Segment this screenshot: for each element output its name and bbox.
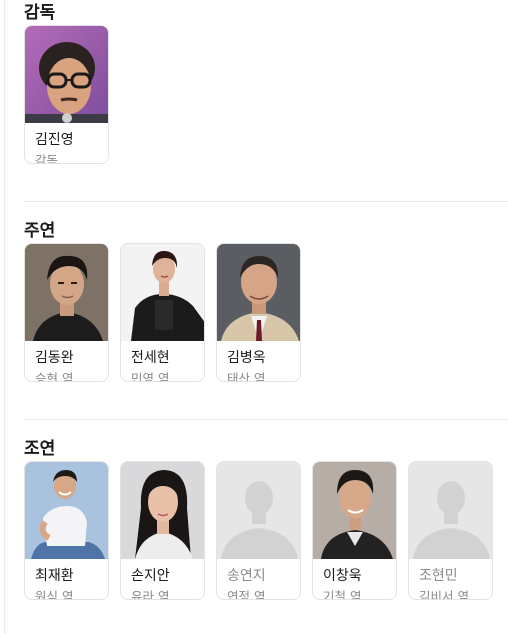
person-name: 조현민 xyxy=(419,568,458,584)
person-placeholder-icon xyxy=(409,462,492,559)
section-title-lead: 주연 xyxy=(24,221,56,241)
person-role: 민영 역 xyxy=(131,371,170,382)
person-photo xyxy=(25,26,108,123)
person-role: 승현 역 xyxy=(35,371,74,382)
section-divider xyxy=(24,201,508,202)
person-card-lead-1[interactable]: 김동완 승현 역 xyxy=(24,243,109,382)
section-title-director: 감독 xyxy=(24,3,56,23)
person-name: 손지안 xyxy=(131,568,170,584)
cast-page: 감독 김진영 감독 주연 김동완 승현 역 전세현 민영 역 김병옥 태산 역 … xyxy=(0,0,508,634)
person-role: 원식 역 xyxy=(35,589,74,600)
person-photo xyxy=(121,244,204,341)
person-name: 전세현 xyxy=(131,350,170,366)
section-divider xyxy=(24,419,508,420)
person-card-supporting-4[interactable]: 이창욱 기철 역 xyxy=(312,461,397,600)
person-card-supporting-5[interactable]: 조현민 김비서 역 xyxy=(408,461,493,600)
person-name: 최재환 xyxy=(35,568,74,584)
person-photo xyxy=(121,462,204,559)
person-role: 김비서 역 xyxy=(419,589,469,600)
person-card-supporting-1[interactable]: 최재환 원식 역 xyxy=(24,461,109,600)
person-photo xyxy=(25,244,108,341)
person-name: 송연지 xyxy=(227,568,266,584)
person-photo xyxy=(313,462,396,559)
person-card-director-1[interactable]: 김진영 감독 xyxy=(24,25,109,164)
person-role: 연정 역 xyxy=(227,589,266,600)
person-card-lead-2[interactable]: 전세현 민영 역 xyxy=(120,243,205,382)
person-name: 김동완 xyxy=(35,350,74,366)
person-name: 김진영 xyxy=(35,132,74,148)
section-title-supporting: 조연 xyxy=(24,439,56,459)
person-name: 김병옥 xyxy=(227,350,266,366)
person-role: 유라 역 xyxy=(131,589,170,600)
person-placeholder-icon xyxy=(217,462,300,559)
person-role: 기철 역 xyxy=(323,589,362,600)
person-card-supporting-2[interactable]: 손지안 유라 역 xyxy=(120,461,205,600)
left-border xyxy=(4,0,5,634)
person-photo xyxy=(25,462,108,559)
person-card-lead-3[interactable]: 김병옥 태산 역 xyxy=(216,243,301,382)
person-role: 감독 xyxy=(35,153,59,164)
person-role: 태산 역 xyxy=(227,371,266,382)
person-card-supporting-3[interactable]: 송연지 연정 역 xyxy=(216,461,301,600)
person-name: 이창욱 xyxy=(323,568,362,584)
person-photo xyxy=(217,244,300,341)
